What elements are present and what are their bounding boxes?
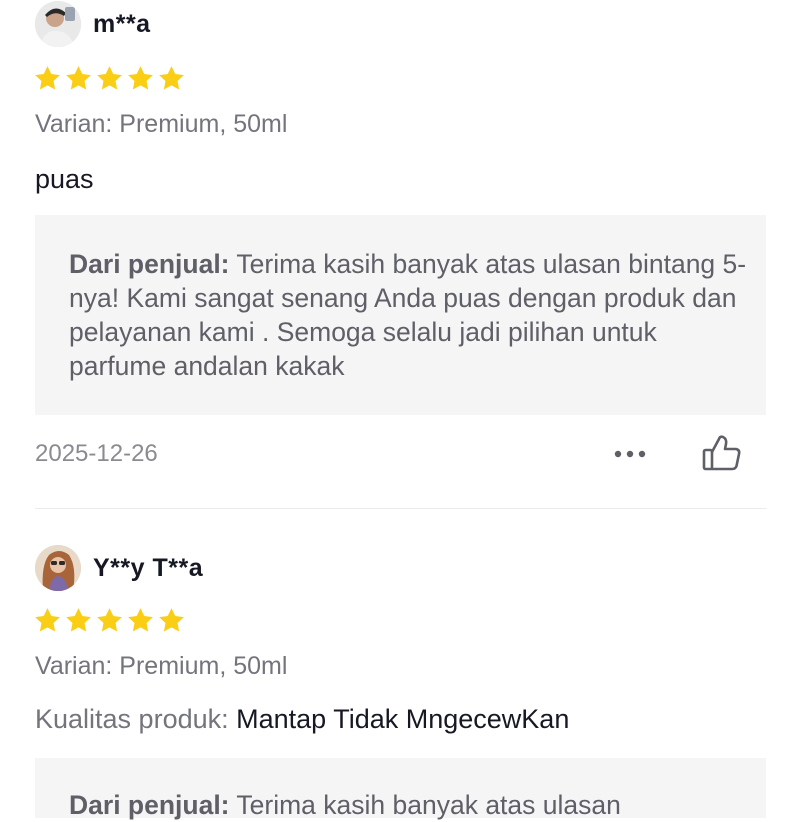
comment-prefix: Kualitas produk: [35, 704, 229, 734]
star-icon [128, 66, 153, 90]
divider [35, 508, 766, 509]
comment-text: puas [35, 164, 94, 194]
review-header: Y**y T**a [35, 544, 203, 592]
username[interactable]: m**a [93, 10, 151, 39]
comment-text: Mantap Tidak MngecewKan [236, 704, 570, 734]
seller-reply-text: Terima kasih banyak atas ulasan [236, 790, 621, 820]
star-rating [33, 606, 186, 636]
star-icon [159, 66, 184, 90]
star-icon [128, 608, 153, 632]
star-icon [35, 608, 60, 632]
seller-reply: Dari penjual: Terima kasih banyak atas u… [69, 247, 749, 383]
variant-label: Varian: Premium, 50ml [35, 110, 288, 138]
star-icon [97, 66, 122, 90]
username[interactable]: Y**y T**a [93, 554, 203, 583]
star-icon [66, 66, 91, 90]
review-date: 2025-12-26 [35, 440, 158, 467]
avatar[interactable] [35, 545, 81, 591]
variant-label: Varian: Premium, 50ml [35, 652, 288, 680]
star-icon [35, 66, 60, 90]
review-comment: Kualitas produk: Mantap Tidak MngecewKan [35, 704, 569, 735]
star-icon [159, 608, 184, 632]
thumbs-up-icon[interactable] [700, 431, 744, 475]
star-rating [33, 64, 186, 94]
seller-reply-label: Dari penjual: [69, 790, 230, 820]
review-comment: puas [35, 164, 94, 195]
seller-reply: Dari penjual: Terima kasih banyak atas u… [69, 788, 749, 822]
review-header: m**a [35, 0, 151, 48]
seller-reply-label: Dari penjual: [69, 249, 230, 279]
more-dots-icon[interactable] [610, 442, 650, 466]
seller-reply-box: Dari penjual: Terima kasih banyak atas u… [35, 758, 766, 820]
star-icon [66, 608, 91, 632]
seller-reply-box: Dari penjual: Terima kasih banyak atas u… [35, 215, 766, 415]
review-footer: 2025-12-26 [35, 435, 766, 476]
star-icon [97, 608, 122, 632]
avatar[interactable] [35, 1, 81, 47]
